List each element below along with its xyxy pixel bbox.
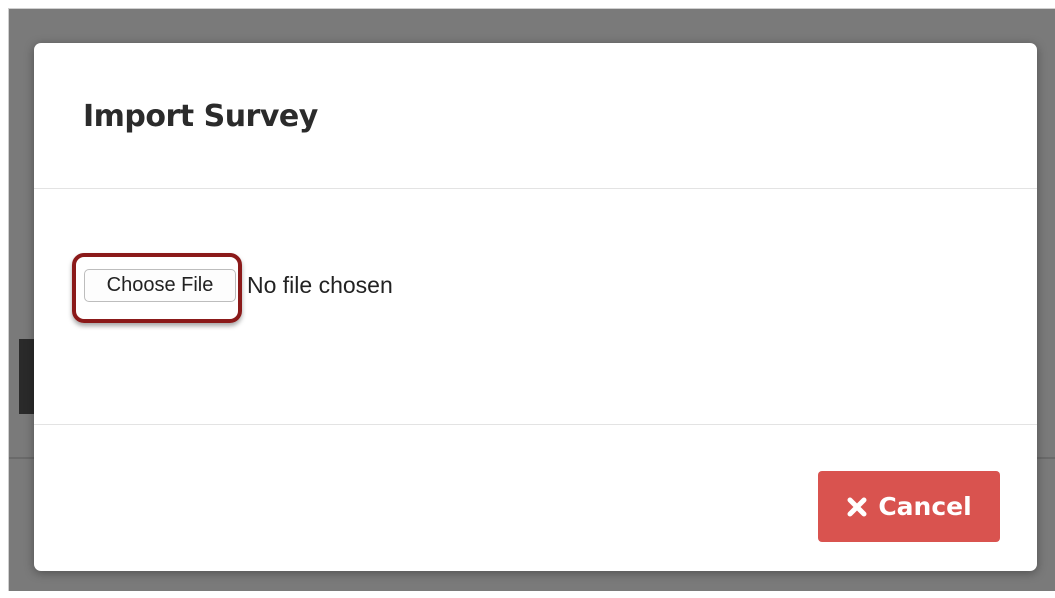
close-icon [847,497,867,516]
page-backdrop: Import Survey Choose File No file chosen… [8,8,1055,591]
dialog-body: Choose File No file chosen [34,189,1037,425]
cancel-button-label: Cancel [878,492,972,521]
import-survey-dialog: Import Survey Choose File No file chosen… [34,43,1037,571]
choose-file-button[interactable]: Choose File [84,269,236,302]
cancel-button[interactable]: Cancel [818,471,1000,542]
file-status-text: No file chosen [247,272,393,298]
dialog-footer: Cancel [34,425,1037,571]
dialog-header: Import Survey [34,43,1037,189]
dialog-title: Import Survey [83,99,318,134]
